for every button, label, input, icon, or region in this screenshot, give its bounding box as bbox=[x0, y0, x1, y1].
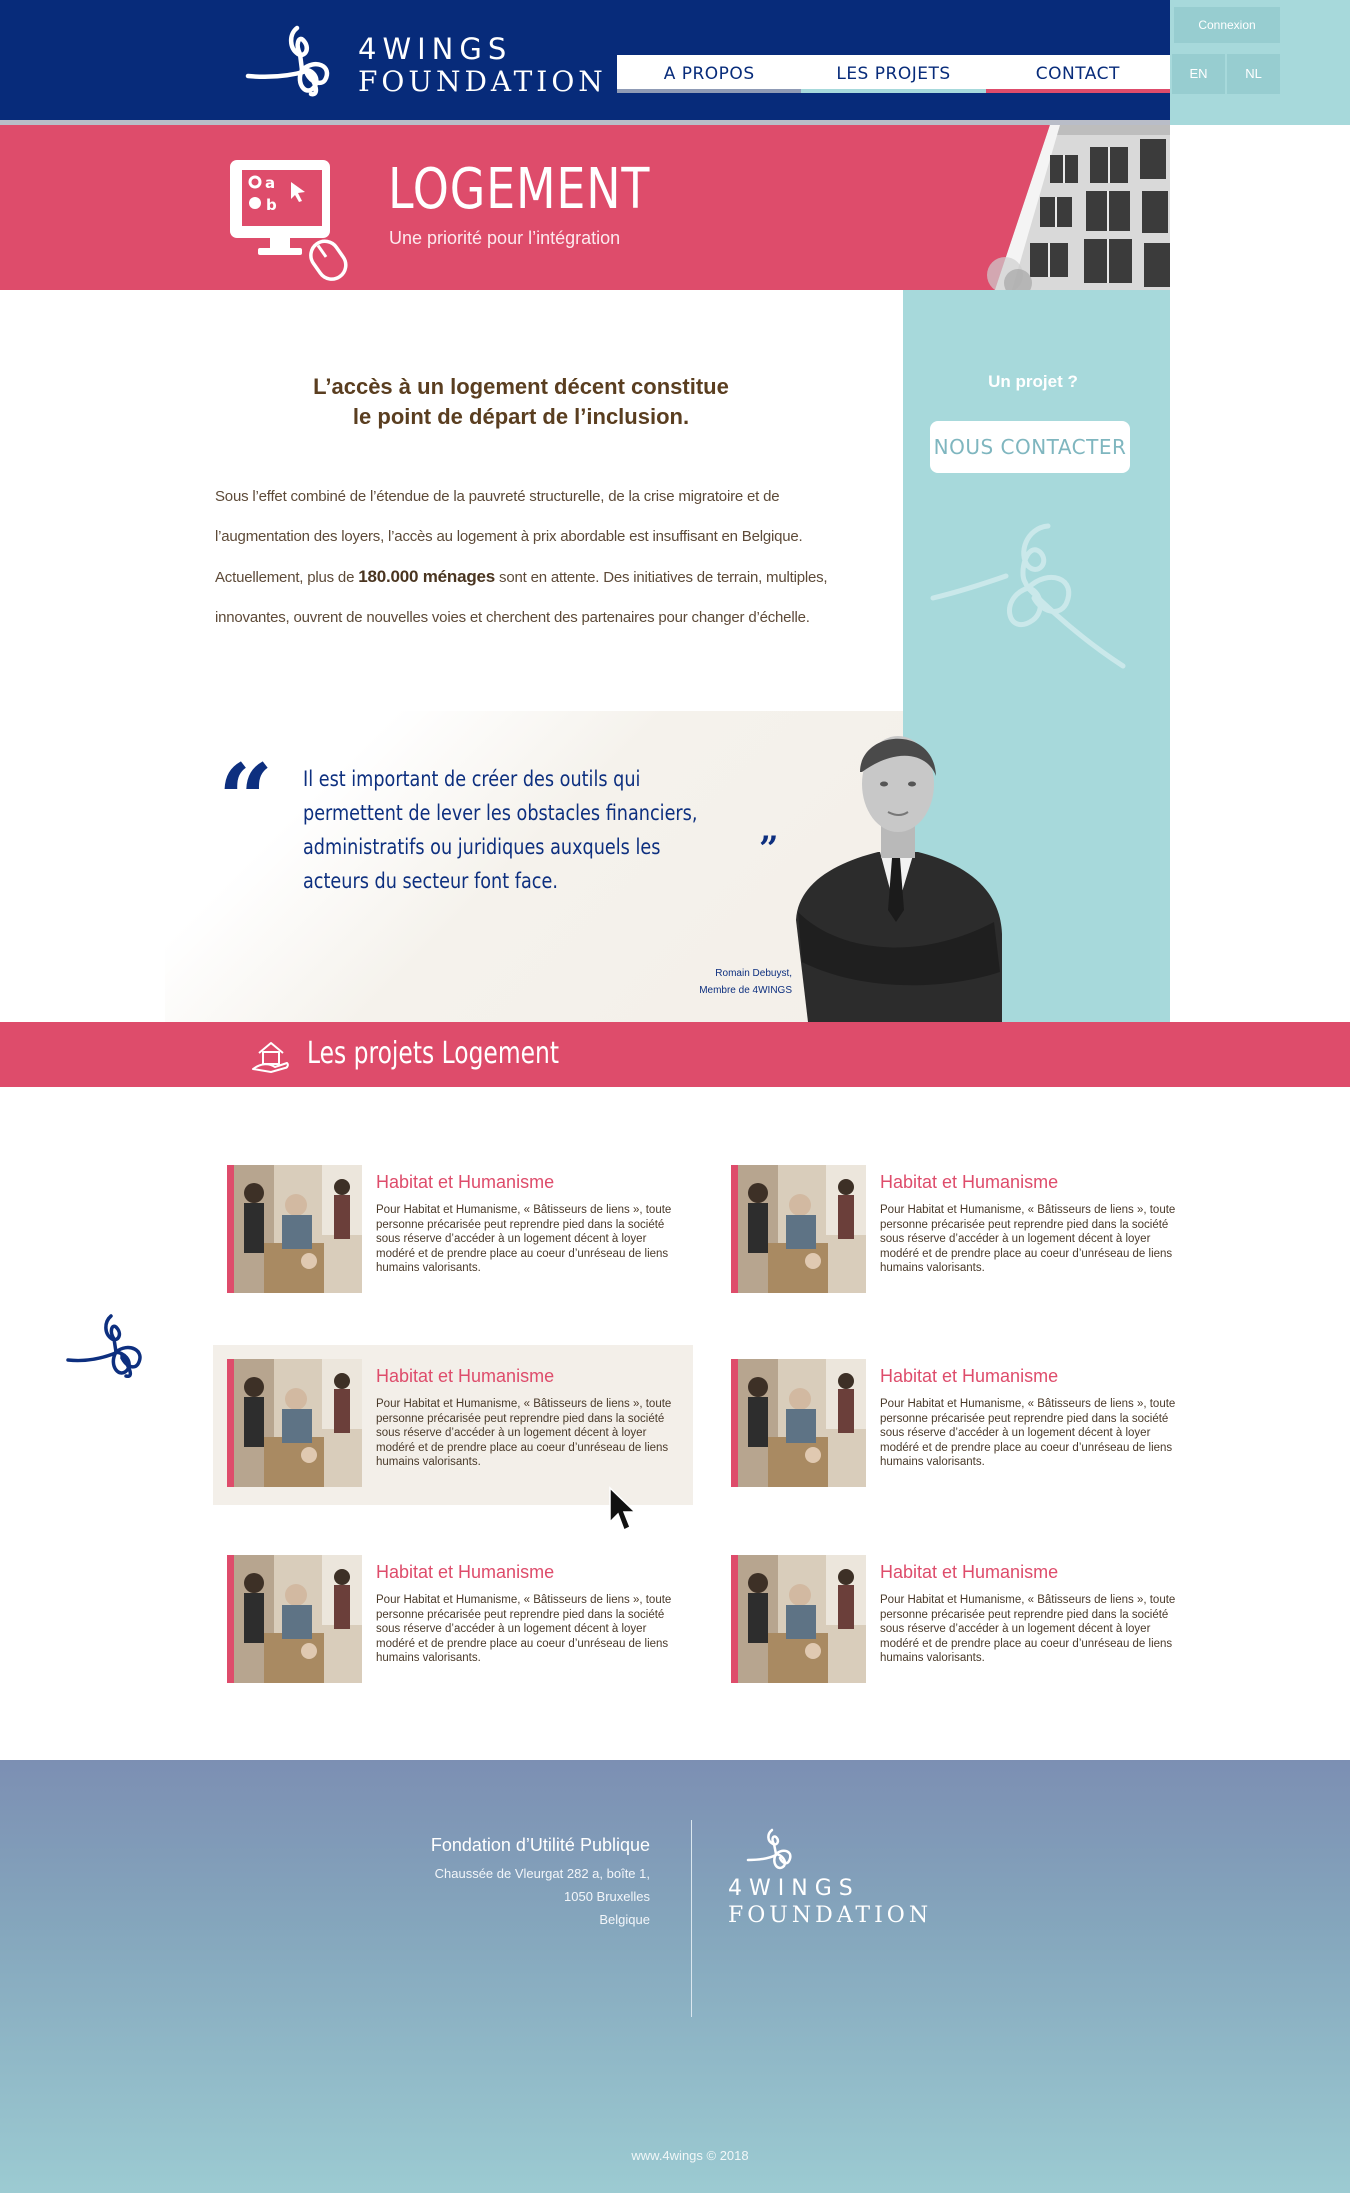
intro-heading: L’accès à un logement décent constitue l… bbox=[215, 372, 827, 432]
nav-les-projets-label: LES PROJETS bbox=[836, 64, 951, 84]
nav-les-projets-underline bbox=[801, 89, 986, 93]
project-description: Pour Habitat et Humanisme, « Bâtisseurs … bbox=[880, 1204, 1176, 1274]
speaker-portrait bbox=[796, 736, 1002, 1022]
projects-section-bar bbox=[0, 1022, 1350, 1087]
dragonfly-icon bbox=[245, 25, 330, 97]
dragonfly-icon bbox=[66, 1314, 142, 1378]
project-description: Pour Habitat et Humanisme, « Bâtisseurs … bbox=[880, 1398, 1176, 1468]
computer-mouse-icon: a b bbox=[230, 160, 348, 281]
footer-divider bbox=[691, 1820, 692, 2017]
mouse-cursor-icon bbox=[609, 1486, 637, 1532]
site-footer bbox=[0, 1760, 1350, 2193]
project-card[interactable]: Habitat et Humanisme Pour Habitat et Hum… bbox=[213, 1151, 693, 1311]
svg-text:b: b bbox=[266, 196, 277, 214]
footer-wordmark-bottom: FOUNDATION bbox=[728, 1903, 933, 1928]
project-description: Pour Habitat et Humanisme, « Bâtisseurs … bbox=[376, 1204, 672, 1274]
contact-us-button[interactable]: NOUS CONTACTER bbox=[930, 421, 1130, 473]
footer-address-line-2: 1050 Bruxelles bbox=[564, 1889, 650, 1904]
nav-a-propos-label: A PROPOS bbox=[663, 64, 755, 84]
project-title: Habitat et Humanisme bbox=[880, 1366, 1059, 1386]
project-thumbnail bbox=[227, 1359, 362, 1487]
project-title: Habitat et Humanisme bbox=[376, 1366, 555, 1386]
project-thumbnail bbox=[227, 1555, 362, 1683]
project-title: Habitat et Humanisme bbox=[376, 1172, 555, 1192]
footer-address-line-3: Belgique bbox=[599, 1912, 650, 1927]
project-card[interactable]: Habitat et Humanisme Pour Habitat et Hum… bbox=[213, 1345, 693, 1505]
project-title: Habitat et Humanisme bbox=[880, 1562, 1059, 1582]
quote-text: Il est important de créer des outils qui… bbox=[303, 767, 698, 893]
page-title: LOGEMENT bbox=[388, 157, 651, 222]
project-thumbnail bbox=[227, 1165, 362, 1293]
project-thumbnail bbox=[731, 1555, 866, 1683]
footer-address-line-1: Chaussée de Vleurgat 282 a, boîte 1, bbox=[434, 1866, 650, 1881]
project-thumbnail bbox=[731, 1165, 866, 1293]
dragonfly-watermark-icon bbox=[930, 523, 1126, 669]
brand-logo[interactable]: 4WINGS FOUNDATION bbox=[245, 24, 603, 100]
project-title: Habitat et Humanisme bbox=[376, 1562, 555, 1582]
dragonfly-icon bbox=[746, 1828, 792, 1870]
svg-text:a: a bbox=[265, 174, 275, 192]
nav-les-projets[interactable]: LES PROJETS bbox=[801, 55, 986, 93]
house-hand-icon bbox=[252, 1042, 289, 1073]
project-title: Habitat et Humanisme bbox=[880, 1172, 1059, 1192]
login-button[interactable]: Connexion bbox=[1174, 7, 1280, 43]
footer-heading: Fondation d’Utilité Publique bbox=[430, 1835, 650, 1855]
language-nl-button[interactable]: NL bbox=[1227, 54, 1280, 94]
nav-a-propos-underline bbox=[617, 89, 802, 93]
copyright[interactable]: www.4wings © 2018 bbox=[0, 2148, 1350, 2163]
footer-wordmark-top: 4WINGS bbox=[728, 1876, 860, 1901]
building-photo bbox=[900, 125, 1170, 290]
projects-section-title: Les projets Logement bbox=[307, 1036, 560, 1071]
project-card[interactable]: Habitat et Humanisme Pour Habitat et Hum… bbox=[717, 1345, 1197, 1505]
nav-contact-underline bbox=[985, 89, 1170, 93]
project-thumbnail bbox=[731, 1359, 866, 1487]
quote-open-icon: “ bbox=[218, 743, 274, 856]
brand-wordmark-top: 4WINGS bbox=[358, 32, 513, 66]
page: 4WINGS FOUNDATION A PROPOS LES PROJETS C… bbox=[0, 0, 1350, 2193]
project-description: Pour Habitat et Humanisme, « Bâtisseurs … bbox=[376, 1594, 672, 1664]
main-nav: A PROPOS LES PROJETS CONTACT bbox=[617, 55, 1170, 93]
intro-highlight: 180.000 ménages bbox=[358, 567, 496, 586]
brand-wordmark-bottom: FOUNDATION bbox=[358, 65, 607, 98]
nav-a-propos[interactable]: A PROPOS bbox=[617, 55, 802, 93]
project-description: Pour Habitat et Humanisme, « Bâtisseurs … bbox=[880, 1594, 1176, 1664]
project-card[interactable]: Habitat et Humanisme Pour Habitat et Hum… bbox=[213, 1541, 693, 1701]
intro-heading-line-1: L’accès à un logement décent constitue bbox=[313, 374, 729, 399]
nav-contact[interactable]: CONTACT bbox=[985, 55, 1170, 93]
project-card[interactable]: Habitat et Humanisme Pour Habitat et Hum… bbox=[717, 1151, 1197, 1311]
page-subtitle: Une priorité pour l’intégration bbox=[389, 228, 621, 248]
project-description: Pour Habitat et Humanisme, « Bâtisseurs … bbox=[376, 1398, 672, 1468]
nav-contact-label: CONTACT bbox=[1035, 64, 1120, 84]
language-en-button[interactable]: EN bbox=[1172, 54, 1225, 94]
intro-heading-line-2: le point de départ de l’inclusion. bbox=[352, 404, 690, 429]
project-card[interactable]: Habitat et Humanisme Pour Habitat et Hum… bbox=[717, 1541, 1197, 1701]
intro-paragraph: Sous l’effet combiné de l’étendue de la … bbox=[215, 477, 830, 638]
sidebar-question: Un projet ? bbox=[988, 372, 1078, 391]
